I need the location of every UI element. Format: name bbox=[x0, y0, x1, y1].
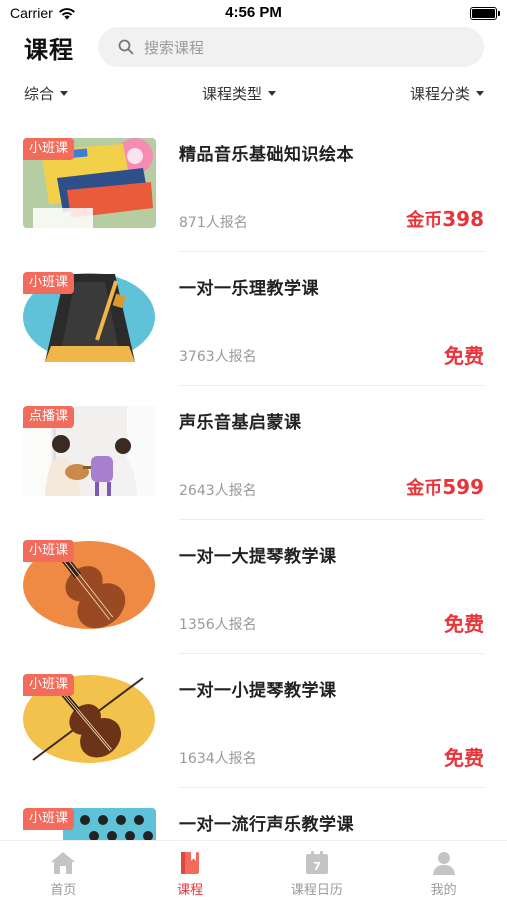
course-thumbnail: 小班课 bbox=[23, 540, 156, 630]
caret-down-icon bbox=[268, 90, 276, 96]
course-title: 声乐音基启蒙课 bbox=[179, 413, 302, 433]
course-price: 免费 bbox=[444, 608, 484, 637]
calendar-day: 7 bbox=[313, 860, 321, 873]
course-title: 一对一流行声乐教学课 bbox=[179, 815, 354, 835]
price-value: 599 bbox=[442, 475, 484, 499]
price-currency: 金币 bbox=[406, 478, 443, 499]
course-price: 金币398 bbox=[406, 206, 484, 232]
tab-courses[interactable]: 课程 bbox=[127, 841, 254, 900]
tab-home[interactable]: 首页 bbox=[0, 841, 127, 900]
price-value: 免费 bbox=[444, 612, 484, 636]
search-placeholder: 搜索课程 bbox=[144, 38, 205, 57]
tab-profile[interactable]: 我的 bbox=[380, 841, 507, 900]
course-type-badge: 点播课 bbox=[23, 406, 75, 428]
course-price: 免费 bbox=[444, 340, 484, 369]
person-icon bbox=[432, 852, 455, 875]
filter-course-category-label: 课程分类 bbox=[409, 84, 470, 103]
divider bbox=[179, 787, 484, 788]
tab-courses-label: 课程 bbox=[177, 883, 204, 898]
course-type-badge: 小班课 bbox=[23, 808, 75, 830]
course-type-badge: 小班课 bbox=[23, 674, 75, 696]
filter-bar: 综合 课程类型 课程分类 bbox=[24, 80, 484, 106]
enrollment-count: 3763人报名 bbox=[179, 349, 257, 365]
price-currency: 金币 bbox=[406, 210, 443, 231]
divider bbox=[179, 251, 484, 252]
filter-course-type[interactable]: 课程类型 bbox=[202, 83, 276, 104]
filter-sort[interactable]: 综合 bbox=[24, 83, 69, 104]
price-value: 免费 bbox=[444, 746, 484, 770]
price-value: 398 bbox=[442, 207, 484, 231]
caret-down-icon bbox=[475, 90, 484, 96]
course-item[interactable]: 小班课 一对一乐理教学课 3763人报名 免费 bbox=[0, 270, 507, 404]
header: 课程 搜索课程 bbox=[0, 26, 507, 70]
course-price: 免费 bbox=[444, 742, 484, 771]
divider bbox=[179, 385, 484, 386]
enrollment-count: 2643人报名 bbox=[179, 483, 257, 499]
search-icon bbox=[118, 39, 134, 55]
course-title: 一对一乐理教学课 bbox=[179, 279, 319, 299]
filter-course-category[interactable]: 课程分类 bbox=[410, 83, 484, 104]
clock: 4:56 PM bbox=[225, 4, 282, 21]
course-thumbnail: 点播课 bbox=[23, 406, 156, 496]
course-type-badge: 小班课 bbox=[23, 138, 75, 160]
home-icon bbox=[51, 852, 76, 874]
tab-home-label: 首页 bbox=[50, 883, 77, 898]
status-bar: Carrier 4:56 PM bbox=[0, 0, 507, 26]
filter-course-type-label: 课程类型 bbox=[201, 84, 262, 103]
course-item[interactable]: 小班课 精品音乐基础知识绘本 871人报名 金币398 bbox=[0, 136, 507, 270]
course-type-badge: 小班课 bbox=[23, 272, 75, 294]
course-title: 一对一小提琴教学课 bbox=[179, 681, 337, 701]
enrollment-count: 871人报名 bbox=[179, 215, 248, 231]
caret-down-icon bbox=[60, 90, 69, 96]
tab-course-calendar[interactable]: 7 课程日历 bbox=[254, 841, 381, 900]
book-icon bbox=[181, 852, 200, 874]
divider bbox=[179, 519, 484, 520]
calendar-icon: 7 bbox=[305, 851, 328, 874]
course-item[interactable]: 小班课 一对一大提琴教学课 1356人报名 免费 bbox=[0, 538, 507, 672]
course-item[interactable]: 点播课 声乐音基启蒙课 2643人报名 金币599 bbox=[0, 404, 507, 538]
course-item[interactable]: 小班课 一对一小提琴教学课 1634人报名 免费 bbox=[0, 672, 507, 806]
price-value: 免费 bbox=[444, 344, 484, 368]
course-title: 一对一大提琴教学课 bbox=[179, 547, 337, 567]
enrollment-count: 1356人报名 bbox=[179, 617, 257, 633]
filter-sort-label: 综合 bbox=[24, 84, 55, 103]
course-title: 精品音乐基础知识绘本 bbox=[179, 145, 354, 165]
course-thumbnail: 小班课 bbox=[23, 272, 156, 362]
page-title: 课程 bbox=[24, 36, 74, 64]
course-price: 金币599 bbox=[406, 474, 484, 500]
tab-bar: 首页 课程 7 课程日历 我的 bbox=[0, 840, 507, 900]
tab-profile-label: 我的 bbox=[430, 883, 457, 898]
course-list: 小班课 精品音乐基础知识绘本 871人报名 金币398 小班课 一对一乐理教学课… bbox=[0, 136, 507, 900]
battery-icon bbox=[470, 7, 500, 20]
course-type-badge: 小班课 bbox=[23, 540, 75, 562]
course-thumbnail: 小班课 bbox=[23, 674, 156, 764]
enrollment-count: 1634人报名 bbox=[179, 751, 257, 767]
search-input[interactable]: 搜索课程 bbox=[98, 27, 484, 67]
tab-course-calendar-label: 课程日历 bbox=[290, 883, 343, 898]
divider bbox=[179, 653, 484, 654]
course-thumbnail: 小班课 bbox=[23, 138, 156, 228]
